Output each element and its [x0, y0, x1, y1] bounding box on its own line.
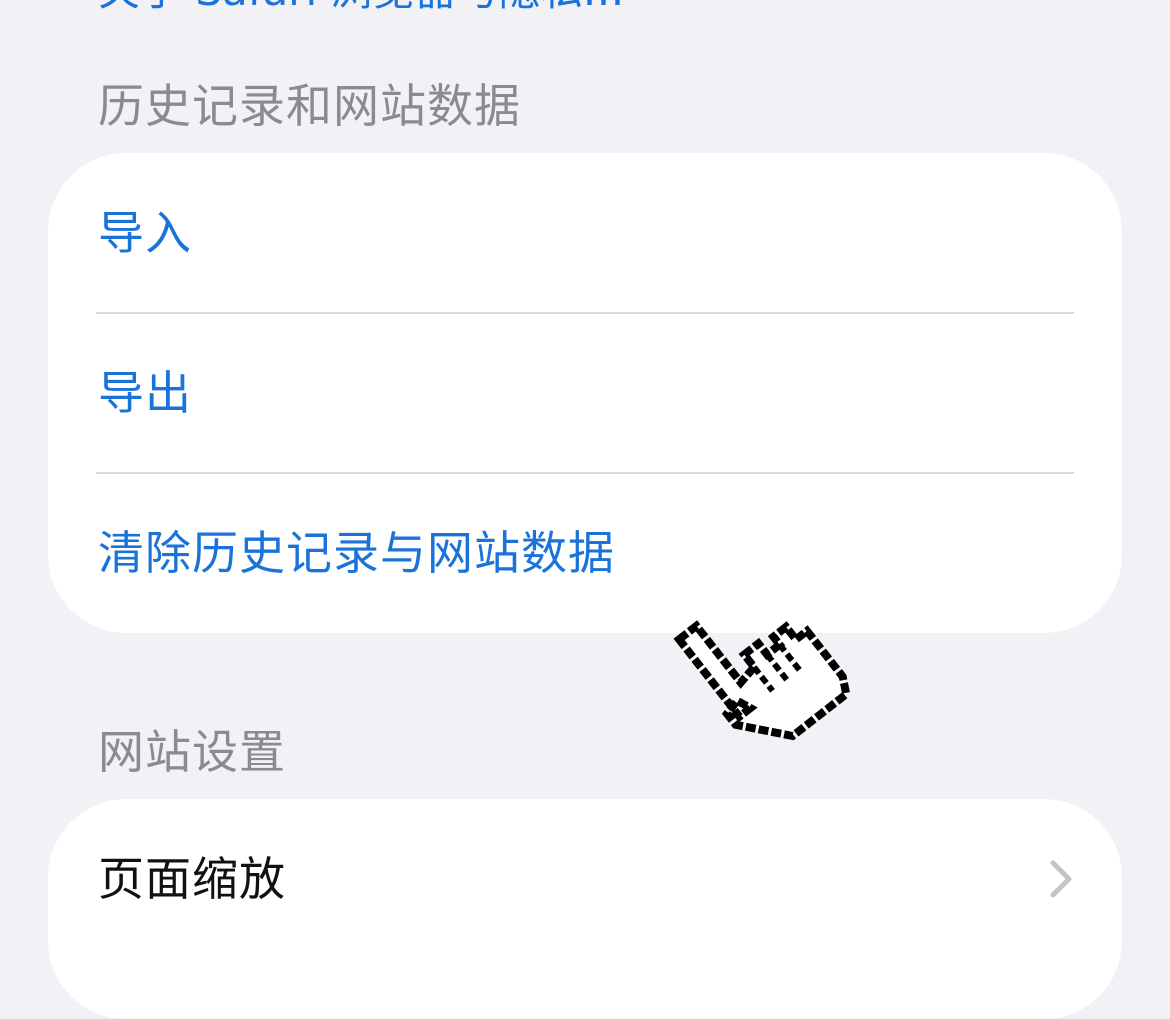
chevron-right-icon: [1050, 860, 1072, 897]
hand-pointer-cursor-icon: [673, 620, 851, 741]
website-settings-group: 页面缩放: [48, 799, 1122, 1019]
import-row[interactable]: 导入: [48, 153, 1122, 312]
clear-history-button[interactable]: 清除历史记录与网站数据: [98, 525, 615, 581]
page-zoom-row[interactable]: 页面缩放: [48, 799, 1122, 958]
export-button[interactable]: 导出: [98, 365, 192, 421]
clear-history-row[interactable]: 清除历史记录与网站数据: [48, 473, 1122, 632]
export-row[interactable]: 导出: [48, 313, 1122, 472]
history-settings-group: 导入 导出 清除历史记录与网站数据: [48, 153, 1122, 633]
history-section-header: 历史记录和网站数据: [98, 79, 521, 133]
website-settings-section-header: 网站设置: [98, 725, 286, 779]
privacy-link[interactable]: 关于 Safari 浏览器与隐私…: [98, 0, 625, 16]
page-zoom-label: 页面缩放: [98, 851, 286, 906]
import-button[interactable]: 导入: [98, 205, 192, 261]
